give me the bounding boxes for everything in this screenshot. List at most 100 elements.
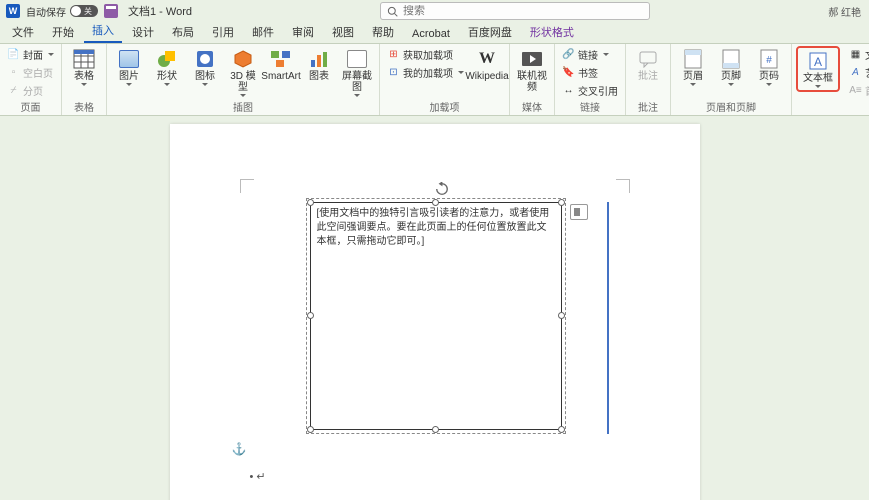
get-addins-icon: ⊞: [387, 48, 400, 61]
group-illustrations: 图片 形状 图标 3D 模型 SmartArt 图表 屏幕截图 插图: [107, 44, 380, 115]
icons-button[interactable]: 图标: [187, 46, 223, 88]
get-addins-button[interactable]: ⊞获取加载项: [384, 46, 467, 63]
wordart-button[interactable]: A艺术字: [846, 64, 869, 81]
group-addins: ⊞获取加载项 ⊡我的加载项 WWikipedia 加载项: [380, 44, 510, 115]
cover-page-button[interactable]: 📄封面: [4, 46, 57, 63]
rotate-handle[interactable]: [435, 182, 449, 196]
group-pages-label: 页面: [4, 99, 57, 115]
paragraph-mark: • ↵: [250, 470, 266, 483]
chart-icon: [308, 48, 330, 70]
quickparts-button[interactable]: ▦文档部件: [846, 46, 869, 63]
pagenum-button[interactable]: #页码: [751, 46, 787, 88]
link-icon: 🔗: [562, 48, 575, 61]
header-button[interactable]: 页眉: [675, 46, 711, 88]
blank-page-button[interactable]: ▫空白页: [4, 64, 57, 81]
textbox-highlight: A文本框: [796, 46, 840, 92]
link-button[interactable]: 🔗链接: [559, 46, 621, 63]
tab-review[interactable]: 审阅: [284, 21, 322, 43]
group-links-label: 链接: [559, 99, 621, 115]
blank-page-icon: ▫: [7, 66, 20, 79]
tab-home[interactable]: 开始: [44, 21, 82, 43]
wikipedia-button[interactable]: WWikipedia: [469, 46, 505, 84]
footer-icon: [720, 48, 742, 70]
autosave-label: 自动保存: [26, 4, 66, 19]
crossref-button[interactable]: ↔交叉引用: [559, 82, 621, 99]
online-video-button[interactable]: 联机视频: [514, 46, 550, 95]
tab-design[interactable]: 设计: [124, 21, 162, 43]
pagenum-icon: #: [758, 48, 780, 70]
textbox-content[interactable]: [使用文档中的独特引言吸引读者的注意力，或者使用此空间强调要点。要在此页面上的任…: [311, 203, 561, 253]
my-addins-button[interactable]: ⊡我的加载项: [384, 64, 467, 81]
resize-handle-br[interactable]: [558, 426, 565, 433]
tab-insert[interactable]: 插入: [84, 19, 122, 43]
tab-layout[interactable]: 布局: [164, 21, 202, 43]
tab-references[interactable]: 引用: [204, 21, 242, 43]
tab-help[interactable]: 帮助: [364, 21, 402, 43]
group-pages: 📄封面 ▫空白页 ⌿分页 页面: [0, 44, 62, 115]
search-input[interactable]: [403, 5, 643, 17]
footer-button[interactable]: 页脚: [713, 46, 749, 88]
smartart-button[interactable]: SmartArt: [263, 46, 299, 84]
save-icon[interactable]: [104, 4, 118, 18]
group-links: 🔗链接 🔖书签 ↔交叉引用 链接: [555, 44, 626, 115]
3d-models-icon: [232, 48, 254, 70]
resize-handle-bl[interactable]: [307, 426, 314, 433]
group-headerfooter-label: 页眉和页脚: [675, 99, 787, 115]
screenshot-button[interactable]: 屏幕截图: [339, 46, 375, 99]
dropcap-icon: A≡: [849, 84, 862, 97]
smartart-icon: [270, 48, 292, 70]
margin-corner-tr: [616, 179, 630, 193]
textbox-icon: A: [807, 50, 829, 72]
resize-handle-lm[interactable]: [307, 312, 314, 319]
autosave-group: 自动保存 关: [26, 4, 98, 19]
group-comments-label: 批注: [630, 99, 666, 115]
resize-handle-bm[interactable]: [432, 426, 439, 433]
video-icon: [521, 48, 543, 70]
word-app-icon: W: [6, 4, 20, 18]
resize-handle-tm[interactable]: [432, 199, 439, 206]
title-bar: W 自动保存 关 文档1 - Word 郝 红艳: [0, 0, 869, 22]
chart-button[interactable]: 图表: [301, 46, 337, 84]
resize-handle-rm[interactable]: [558, 312, 565, 319]
comment-button[interactable]: 批注: [630, 46, 666, 84]
page-break-button[interactable]: ⌿分页: [4, 82, 57, 99]
pictures-icon: [118, 48, 140, 70]
table-icon: [73, 48, 95, 70]
dropcap-button[interactable]: A≡首字下沉: [846, 82, 869, 99]
page-break-icon: ⌿: [7, 84, 20, 97]
pictures-button[interactable]: 图片: [111, 46, 147, 88]
wikipedia-icon: W: [476, 48, 498, 70]
layout-options-button[interactable]: [570, 204, 588, 220]
textbox-button[interactable]: A文本框: [800, 48, 836, 90]
resize-handle-tr[interactable]: [558, 199, 565, 206]
tab-file[interactable]: 文件: [4, 21, 42, 43]
document-page[interactable]: [使用文档中的独特引言吸引读者的注意力，或者使用此空间强调要点。要在此页面上的任…: [170, 124, 700, 500]
group-headerfooter: 页眉 页脚 #页码 页眉和页脚: [671, 44, 792, 115]
cover-page-icon: 📄: [7, 48, 20, 61]
ribbon-tabs: 文件 开始 插入 设计 布局 引用 邮件 审阅 视图 帮助 Acrobat 百度…: [0, 22, 869, 44]
quickparts-icon: ▦: [849, 48, 862, 61]
tab-shape-format[interactable]: 形状格式: [522, 21, 582, 43]
3d-models-button[interactable]: 3D 模型: [225, 46, 261, 99]
group-comments: 批注 批注: [626, 44, 671, 115]
shapes-button[interactable]: 形状: [149, 46, 185, 88]
crossref-icon: ↔: [562, 84, 575, 97]
search-box[interactable]: [380, 2, 650, 20]
document-area[interactable]: [使用文档中的独特引言吸引读者的注意力，或者使用此空间强调要点。要在此页面上的任…: [0, 116, 869, 500]
resize-handle-tl[interactable]: [307, 199, 314, 206]
tab-mailings[interactable]: 邮件: [244, 21, 282, 43]
header-icon: [682, 48, 704, 70]
group-illustrations-label: 插图: [111, 99, 375, 115]
my-addins-icon: ⊡: [387, 66, 400, 79]
autosave-toggle[interactable]: 关: [70, 5, 98, 17]
table-button[interactable]: 表格: [66, 46, 102, 88]
bookmark-button[interactable]: 🔖书签: [559, 64, 621, 81]
anchor-icon: ⚓: [232, 442, 247, 456]
text-box[interactable]: [使用文档中的独特引言吸引读者的注意力，或者使用此空间强调要点。要在此页面上的任…: [310, 202, 562, 430]
comment-icon: [637, 48, 659, 70]
tab-view[interactable]: 视图: [324, 21, 362, 43]
shapes-icon: [156, 48, 178, 70]
group-tables-label: 表格: [66, 99, 102, 115]
tab-acrobat[interactable]: Acrobat: [404, 25, 458, 43]
tab-baidu[interactable]: 百度网盘: [460, 21, 520, 43]
